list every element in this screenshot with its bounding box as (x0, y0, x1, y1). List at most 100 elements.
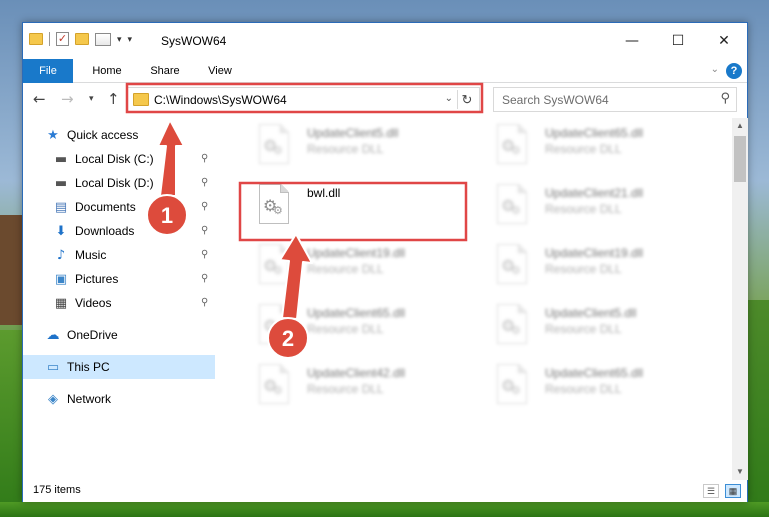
file-name: bwl.dll (307, 186, 341, 200)
sidebar-item-label: Music (75, 248, 107, 262)
cloud-icon: ☁ (46, 327, 60, 343)
qat-dropdown-icon[interactable]: ▾ (128, 34, 133, 45)
music-icon: ♪ (56, 247, 66, 263)
file-item[interactable]: ⚙ ⚙ UpdateClient5.dll Resource DLL (235, 118, 465, 172)
file-item[interactable]: ⚙ ⚙ UpdateClient65.dll Resource DLL (473, 118, 703, 172)
sidebar-item-music[interactable]: ♪ Music ⚲ (23, 243, 215, 267)
search-icon[interactable]: ⚲ (720, 91, 730, 106)
file-name: UpdateClient5.dll (307, 126, 399, 140)
sidebar-item-videos[interactable]: ▦ Videos ⚲ (23, 291, 215, 315)
sidebar-item-documents[interactable]: ▤ Documents ⚲ (23, 195, 215, 219)
window-controls: — ☐ ✕ (609, 23, 747, 59)
gear-icon: ⚙ (273, 144, 283, 157)
sidebar-item-label: Quick access (67, 128, 139, 142)
file-name: UpdateClient19.dll (545, 246, 644, 260)
folder-icon (133, 93, 149, 106)
help-icon[interactable]: ? (726, 63, 742, 79)
refresh-button[interactable]: ↻ (457, 90, 476, 109)
file-list: ⚙ ⚙ UpdateClient5.dll Resource DLL ⚙ ⚙ b… (217, 118, 730, 480)
sidebar-item-label: Pictures (75, 272, 119, 286)
file-type: Resource DLL (307, 262, 384, 276)
sidebar-item-label: Local Disk (D:) (75, 176, 154, 190)
maximize-button[interactable]: ☐ (655, 23, 701, 59)
customize-icon[interactable] (95, 32, 111, 46)
file-item[interactable]: ⚙ ⚙ UpdateClient5.dll Resource DLL (473, 298, 703, 352)
tab-view[interactable]: View (199, 59, 241, 83)
file-name: UpdateClient19.dll (307, 246, 406, 260)
file-item[interactable]: ⚙ ⚙ UpdateClient65.dll Resource DLL (235, 298, 465, 352)
up-button[interactable]: ↑ (107, 90, 120, 108)
expand-ribbon-icon[interactable]: ⌄ (711, 64, 719, 75)
recent-locations-button[interactable]: ▾ (89, 94, 94, 104)
pin-icon[interactable]: ⚲ (201, 201, 208, 212)
status-bar: 175 items ☰ ▦ (23, 480, 747, 502)
videos-icon: ▦ (54, 295, 68, 311)
sidebar-item-quick-access[interactable]: ★ Quick access (23, 123, 215, 147)
back-button[interactable]: ← (33, 90, 46, 108)
minimize-button[interactable]: — (609, 23, 655, 59)
file-item[interactable]: ⚙ ⚙ UpdateClient21.dll Resource DLL (473, 178, 703, 232)
sidebar-item-local-disk-c[interactable]: ▬ Local Disk (C:) ⚲ (23, 147, 215, 171)
pin-icon[interactable]: ⚲ (201, 225, 208, 236)
file-item[interactable]: ⚙ ⚙ UpdateClient42.dll Resource DLL (235, 358, 465, 412)
tiles-view-icon[interactable]: ▦ (725, 484, 741, 498)
scrollbar-thumb[interactable] (734, 136, 746, 182)
window-title: SysWOW64 (161, 34, 227, 48)
pin-icon[interactable]: ⚲ (201, 153, 208, 164)
file-type: Resource DLL (545, 142, 622, 156)
file-name: UpdateClient5.dll (545, 306, 637, 320)
sidebar-item-local-disk-d[interactable]: ▬ Local Disk (D:) ⚲ (23, 171, 215, 195)
gear-icon: ⚙ (511, 204, 521, 217)
drive-icon: ▬ (54, 175, 68, 191)
sidebar-item-downloads[interactable]: ⬇ Downloads ⚲ (23, 219, 215, 243)
sidebar-item-onedrive[interactable]: ☁ OneDrive (23, 323, 215, 347)
chevron-down-icon[interactable]: ⌄ (445, 93, 453, 104)
address-path[interactable]: C:\Windows\SysWOW64 (154, 93, 287, 107)
scroll-down-arrow-icon[interactable]: ▼ (732, 464, 748, 480)
file-item[interactable]: ⚙ ⚙ UpdateClient19.dll Resource DLL (235, 238, 465, 292)
file-type: Resource DLL (545, 202, 622, 216)
file-item[interactable]: ⚙ ⚙ UpdateClient19.dll Resource DLL (473, 238, 703, 292)
file-name: UpdateClient65.dll (307, 306, 406, 320)
pin-icon[interactable]: ⚲ (201, 177, 208, 188)
details-view-icon[interactable]: ☰ (703, 484, 719, 498)
address-bar[interactable]: C:\Windows\SysWOW64 ⌄ ↻ (127, 87, 480, 112)
forward-button[interactable]: → (61, 90, 74, 108)
sidebar-item-this-pc[interactable]: ▭ This PC (23, 355, 215, 379)
file-item[interactable]: ⚙ ⚙ UpdateClient65.dll Resource DLL (473, 358, 703, 412)
new-folder-icon[interactable] (75, 33, 89, 45)
folder-icon[interactable] (29, 33, 43, 45)
sidebar-item-network[interactable]: ◈ Network (23, 387, 215, 411)
background-barn (0, 215, 22, 325)
file-item-bwl[interactable]: ⚙ ⚙ bwl.dll (235, 178, 465, 232)
pictures-icon: ▣ (54, 271, 68, 287)
sidebar-item-label: Downloads (75, 224, 135, 238)
tab-share[interactable]: Share (143, 59, 187, 83)
gear-icon: ⚙ (511, 324, 521, 337)
search-box[interactable]: Search SysWOW64 ⚲ (493, 87, 737, 112)
gear-icon: ⚙ (511, 144, 521, 157)
search-input[interactable]: Search SysWOW64 (502, 93, 609, 107)
file-type: Resource DLL (545, 322, 622, 336)
gear-icon: ⚙ (511, 384, 521, 397)
file-type: Resource DLL (545, 262, 622, 276)
scroll-up-arrow-icon[interactable]: ▲ (732, 118, 748, 134)
pin-icon[interactable]: ⚲ (201, 273, 208, 284)
tab-home[interactable]: Home (83, 59, 131, 83)
star-icon: ★ (47, 127, 59, 143)
pin-icon[interactable]: ⚲ (201, 249, 208, 260)
computer-icon: ▭ (46, 359, 60, 375)
file-type: Resource DLL (307, 142, 384, 156)
chevron-down-icon[interactable]: ▾ (117, 34, 122, 45)
drive-icon: ▬ (54, 151, 68, 167)
pin-icon[interactable]: ⚲ (201, 297, 208, 308)
file-name: UpdateClient65.dll (545, 366, 644, 380)
navigation-bar: ← → ▾ ↑ C:\Windows\SysWOW64 ⌄ ↻ Search S… (23, 84, 747, 116)
gear-icon: ⚙ (273, 264, 283, 277)
sidebar-item-pictures[interactable]: ▣ Pictures ⚲ (23, 267, 215, 291)
properties-check-icon[interactable]: ✓ (56, 32, 69, 46)
network-icon: ◈ (48, 391, 58, 407)
vertical-scrollbar[interactable]: ▲ ▼ (732, 118, 748, 480)
tab-file[interactable]: File (23, 59, 73, 83)
close-button[interactable]: ✕ (701, 23, 747, 59)
